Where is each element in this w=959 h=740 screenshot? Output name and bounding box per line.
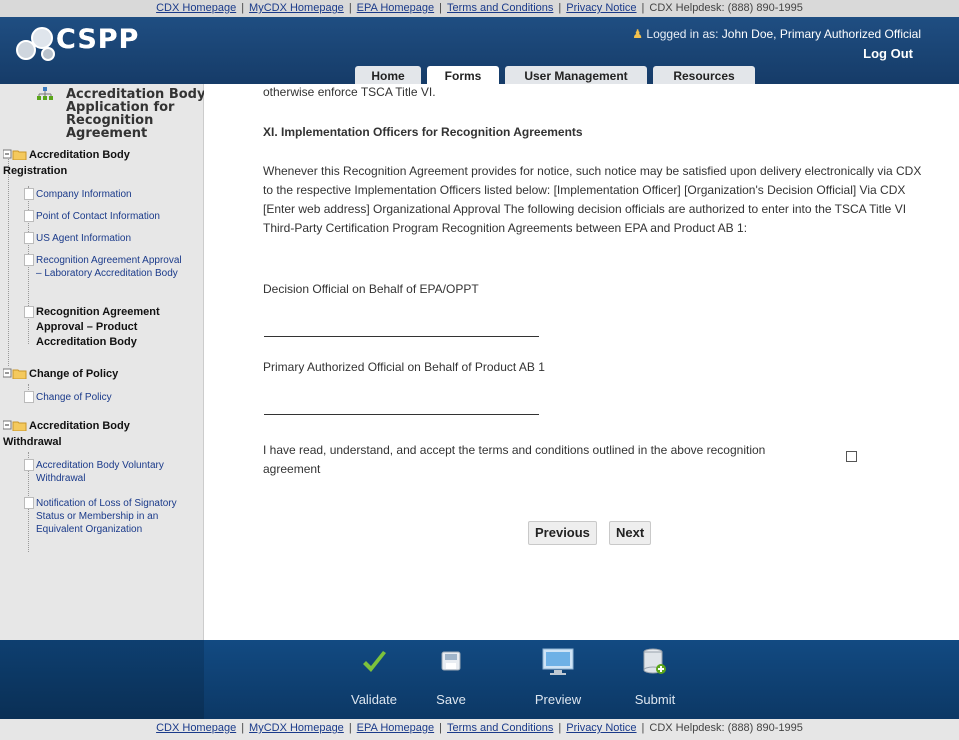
bottom-links-bar: CDX Homepage | MyCDX Homepage | EPA Homepage… — [0, 719, 959, 740]
mycdx-homepage-link[interactable]: MyCDX Homepage — [249, 722, 344, 734]
main-content: otherwise enforce TSCA Title VI. XI. Imp… — [204, 84, 959, 640]
logo-text: CSPP — [56, 24, 140, 55]
sidebar-item-point-of-contact[interactable]: Point of Contact Information — [36, 210, 160, 223]
previous-button[interactable]: Previous — [528, 521, 597, 545]
intro-tail-text: otherwise enforce TSCA Title VI. — [263, 85, 436, 99]
document-icon — [24, 497, 34, 509]
sidebar-item-change-of-policy[interactable]: Change of Policy — [36, 391, 112, 404]
folder-icon — [3, 368, 27, 379]
document-icon — [24, 306, 34, 318]
epa-homepage-link[interactable]: EPA Homepage — [357, 722, 434, 734]
tab-resources[interactable]: Resources — [653, 66, 755, 86]
checkmark-icon — [363, 651, 386, 672]
org-chart-icon — [37, 87, 53, 100]
preview-button[interactable]: Preview — [523, 640, 593, 707]
sidebar-title: Accreditation Body Application for Recog… — [66, 87, 206, 141]
helpdesk-text: CDX Helpdesk: (888) 890-1995 — [649, 722, 803, 734]
database-submit-icon — [643, 648, 666, 674]
sidebar-item-company-info[interactable]: Company Information — [36, 188, 132, 201]
helpdesk-text: CDX Helpdesk: (888) 890-1995 — [649, 2, 803, 14]
cdx-homepage-link[interactable]: CDX Homepage — [156, 722, 236, 734]
sidebar-item-lab-agreement[interactable]: Recognition Agreement Approval – Laborat… — [36, 254, 186, 280]
privacy-link[interactable]: Privacy Notice — [566, 2, 636, 14]
save-icon — [441, 651, 461, 671]
folder-icon — [3, 149, 27, 160]
cdx-homepage-link[interactable]: CDX Homepage — [156, 2, 236, 14]
document-icon — [24, 232, 34, 244]
submit-button[interactable]: Submit — [620, 640, 690, 707]
terms-link[interactable]: Terms and Conditions — [447, 722, 553, 734]
sidebar-group-change-of-policy[interactable]: Change of Policy — [3, 366, 183, 382]
sidebar-group-registration[interactable]: Accreditation Body Registration — [3, 147, 183, 179]
tab-home[interactable]: Home — [355, 66, 421, 86]
signer-epa-label: Decision Official on Behalf of EPA/OPPT — [263, 282, 479, 296]
submit-label: Submit — [634, 692, 676, 707]
sidebar-item-voluntary-withdrawal[interactable]: Accreditation Body Voluntary Withdrawal — [36, 459, 196, 485]
logout-link[interactable]: Log Out — [863, 46, 913, 61]
preview-label: Preview — [534, 692, 582, 707]
save-button[interactable]: Save — [416, 640, 486, 707]
document-icon — [24, 459, 34, 471]
sidebar-item-us-agent[interactable]: US Agent Information — [36, 232, 131, 245]
accept-terms-text: I have read, understand, and accept the … — [263, 443, 766, 476]
sidebar-item-product-agreement[interactable]: Recognition Agreement Approval – Product… — [36, 305, 186, 350]
sidebar-item-loss-of-signatory[interactable]: Notification of Loss of Signatory Status… — [36, 497, 191, 536]
signer-product-label: Primary Authorized Official on Behalf of… — [263, 360, 545, 374]
epa-homepage-link[interactable]: EPA Homepage — [357, 2, 434, 14]
save-label: Save — [436, 692, 466, 707]
top-links-bar: CDX Homepage | MyCDX Homepage | EPA Homepage… — [0, 0, 959, 17]
logged-in-prefix: Logged in as: — [646, 27, 722, 41]
sidebar-group-withdrawal[interactable]: Accreditation Body Withdrawal — [3, 418, 173, 450]
document-icon — [24, 210, 34, 222]
document-icon — [24, 188, 34, 200]
document-icon — [24, 254, 34, 266]
toolbar-actions: Validate Save Preview Submit — [0, 640, 959, 719]
terms-link[interactable]: Terms and Conditions — [447, 2, 553, 14]
site-header: CSPP ♟ Logged in as: John Doe, Primary A… — [0, 17, 959, 89]
tab-user-management[interactable]: User Management — [505, 66, 647, 86]
sidebar: Accreditation Body Application for Recog… — [0, 84, 206, 640]
mycdx-homepage-link[interactable]: MyCDX Homepage — [249, 2, 344, 14]
cspp-logo-icon — [16, 27, 55, 61]
section-paragraph: Whenever this Recognition Agreement prov… — [263, 164, 922, 235]
validate-button[interactable]: Validate — [339, 640, 409, 707]
folder-icon — [3, 420, 27, 431]
section-heading: XI. Implementation Officers for Recognit… — [263, 125, 583, 139]
privacy-link[interactable]: Privacy Notice — [566, 722, 636, 734]
user-icon: ♟ — [632, 27, 644, 41]
accept-terms-checkbox[interactable] — [846, 451, 857, 462]
document-icon — [24, 391, 34, 403]
signature-line-epa — [264, 336, 539, 337]
logged-in-status: ♟ Logged in as: John Doe, Primary Author… — [632, 27, 921, 41]
validate-label: Validate — [350, 692, 397, 707]
signature-line-product — [264, 414, 539, 415]
logged-in-user: John Doe, Primary Authorized Official — [721, 27, 921, 41]
sidebar-group-label: Change of Policy — [29, 368, 119, 380]
tab-forms[interactable]: Forms — [427, 66, 499, 86]
monitor-icon — [542, 648, 574, 675]
next-button[interactable]: Next — [609, 521, 652, 545]
